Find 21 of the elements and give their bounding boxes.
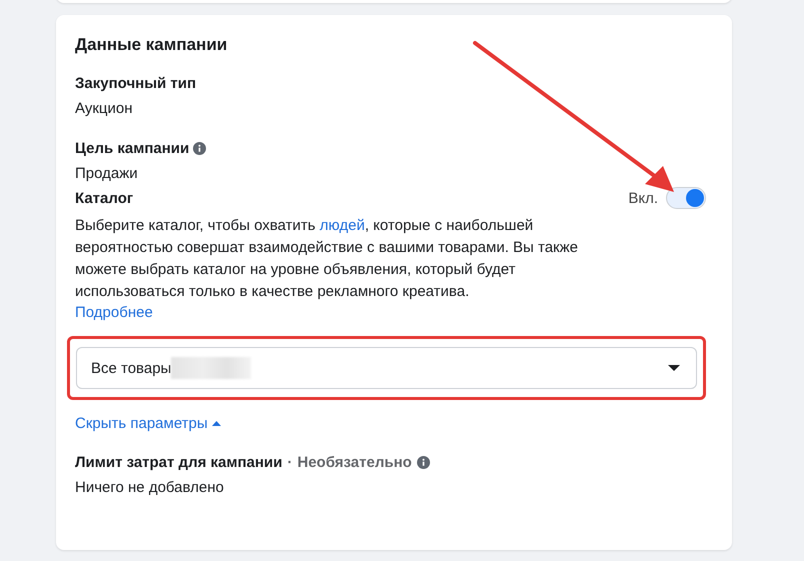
toggle-label: Вкл. (628, 190, 658, 206)
catalog-dropdown[interactable]: Все товары (76, 347, 697, 389)
optional-label: Необязательно (297, 454, 412, 471)
field-label: Закупочный тип (75, 75, 196, 92)
separator-dot: · (287, 454, 292, 471)
learn-more-link[interactable]: Подробнее (75, 304, 153, 321)
info-icon[interactable] (416, 456, 430, 469)
section-title: Данные кампании (75, 35, 228, 55)
field-value: Продажи (75, 165, 138, 182)
hide-options-link[interactable]: Скрыть параметры (75, 415, 706, 432)
info-icon[interactable] (193, 142, 206, 155)
field-value: Ничего не добавлено (75, 479, 224, 496)
catalog-description: Выберите каталог, чтобы охватить людей, которые с наибольшей вероятностью совершат взаимодействие с вашими товарами. Вы также можете выбрать каталог на уровне объявления, который будет использоваться только в качестве рекламного креатива. (75, 216, 579, 302)
field-label: Цель кампании (75, 140, 190, 157)
people-link[interactable]: людей (320, 217, 365, 234)
field-label: Каталог (75, 190, 134, 206)
toggle-switch[interactable] (666, 187, 706, 209)
caret-icon (212, 420, 221, 426)
caret-icon (668, 364, 680, 372)
field-value: Аукцион (75, 100, 132, 117)
field-label: Лимит затрат для кампании (75, 454, 282, 471)
